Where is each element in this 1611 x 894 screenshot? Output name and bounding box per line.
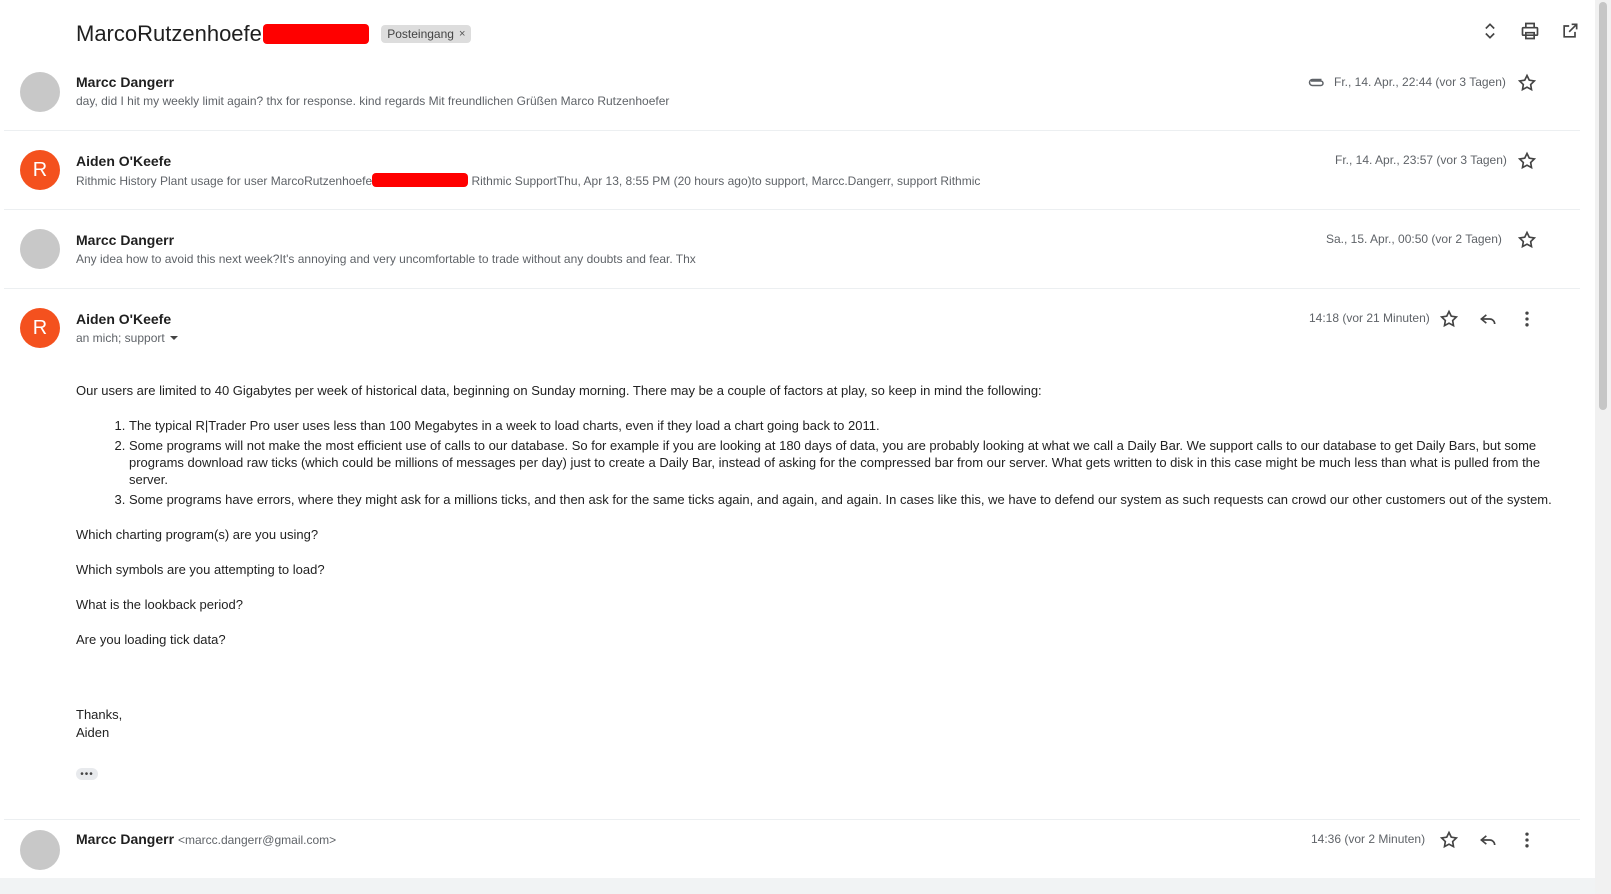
message-snippet: Rithmic History Plant usage for user Mar… [76, 173, 980, 188]
open-in-new-icon[interactable] [1559, 20, 1581, 42]
redaction-box [263, 24, 370, 44]
paperclip-icon [1308, 78, 1324, 87]
avatar: R [20, 308, 60, 348]
label-chip-text: Posteingang [387, 27, 454, 41]
thread-header: MarcoRutzenhoefer Posteingang × [76, 18, 472, 50]
avatar [20, 830, 60, 870]
star-icon[interactable] [1517, 73, 1537, 93]
message-date: Sa., 15. Apr., 00:50 (vor 2 Tagen) [1326, 232, 1502, 246]
reply-icon[interactable] [1478, 830, 1498, 850]
message-snippet: day, did I hit my weekly limit again? th… [76, 94, 670, 108]
print-icon[interactable] [1519, 20, 1541, 42]
list-item: Some programs have errors, where they mi… [129, 491, 1576, 508]
recipients[interactable]: an mich; support [76, 331, 179, 345]
closing-thanks: Thanks, [76, 707, 123, 722]
collapsed-message[interactable]: R Aiden O'Keefe Rithmic History Plant us… [4, 131, 1580, 210]
chip-close-button[interactable]: × [459, 28, 465, 40]
message-snippet: Any idea how to avoid this next week?It'… [76, 252, 696, 266]
sender-name: Aiden O'Keefe [76, 153, 172, 169]
scrollbar-track[interactable] [1595, 0, 1611, 894]
unfold-icon[interactable] [1479, 20, 1501, 42]
star-icon[interactable] [1517, 230, 1537, 250]
avatar: R [20, 150, 60, 190]
collapsed-message[interactable]: Marcc Dangerr Any idea how to avoid this… [4, 210, 1580, 289]
snippet-part-1: Rithmic History Plant usage for user Mar… [76, 174, 373, 188]
question-4: Are you loading tick data? [76, 632, 226, 647]
body-list: The typical R|Trader Pro user uses less … [76, 417, 1576, 508]
thread-actions [1479, 20, 1581, 42]
message-date: Fr., 14. Apr., 22:44 (vor 3 Tagen) [1334, 75, 1506, 89]
message-body: Our users are limited to 40 Gigabytes pe… [76, 382, 1576, 759]
collapsed-message[interactable]: Marcc Dangerr day, did I hit my weekly l… [4, 62, 1580, 131]
message-time: 14:36 (vor 2 Minuten) [1311, 832, 1426, 846]
sender-name[interactable]: Aiden O'Keefe [76, 311, 171, 327]
star-icon[interactable] [1439, 309, 1459, 329]
more-vert-icon[interactable] [1517, 309, 1537, 329]
more-vert-icon[interactable] [1517, 830, 1537, 850]
list-item: The typical R|Trader Pro user uses less … [129, 417, 1576, 434]
redaction-box [372, 173, 469, 187]
sender-email: <marcc.dangerr@gmail.com> [177, 833, 337, 847]
message-date: Fr., 14. Apr., 23:57 (vor 3 Tagen) [1335, 153, 1507, 167]
bottom-bar [0, 878, 1595, 894]
star-icon[interactable] [1439, 830, 1459, 850]
chevron-down-icon[interactable] [169, 333, 179, 343]
sender-name: Marcc Dangerr [76, 74, 175, 90]
thread-subject: MarcoRutzenhoefer [76, 21, 270, 46]
question-3: What is the lookback period? [76, 597, 243, 612]
recipients-text: an mich; support [76, 331, 165, 345]
message-time: 14:18 (vor 21 Minuten) [1309, 311, 1430, 325]
avatar [20, 72, 60, 112]
sender-line: Marcc Dangerr <marcc.dangerr@gmail.com> [76, 831, 336, 847]
reply-icon[interactable] [1478, 309, 1498, 329]
signature: Aiden [76, 725, 110, 740]
show-trimmed-content-button[interactable]: ••• [76, 768, 98, 780]
label-chip: Posteingang × [381, 25, 472, 43]
snippet-part-2: Rithmic SupportThu, Apr 13, 8:55 PM (20 … [468, 174, 981, 188]
star-icon[interactable] [1517, 151, 1537, 171]
body-intro: Our users are limited to 40 Gigabytes pe… [76, 383, 1042, 398]
sender-name[interactable]: Marcc Dangerr [76, 831, 174, 847]
list-item: Some programs will not make the most eff… [129, 437, 1576, 488]
question-1: Which charting program(s) are you using? [76, 527, 319, 542]
collapsed-message[interactable]: Marcc Dangerr <marcc.dangerr@gmail.com> … [4, 820, 1580, 878]
scrollbar-thumb[interactable] [1599, 2, 1607, 410]
question-2: Which symbols are you attempting to load… [76, 562, 325, 577]
sender-name: Marcc Dangerr [76, 232, 175, 248]
avatar [20, 229, 60, 269]
